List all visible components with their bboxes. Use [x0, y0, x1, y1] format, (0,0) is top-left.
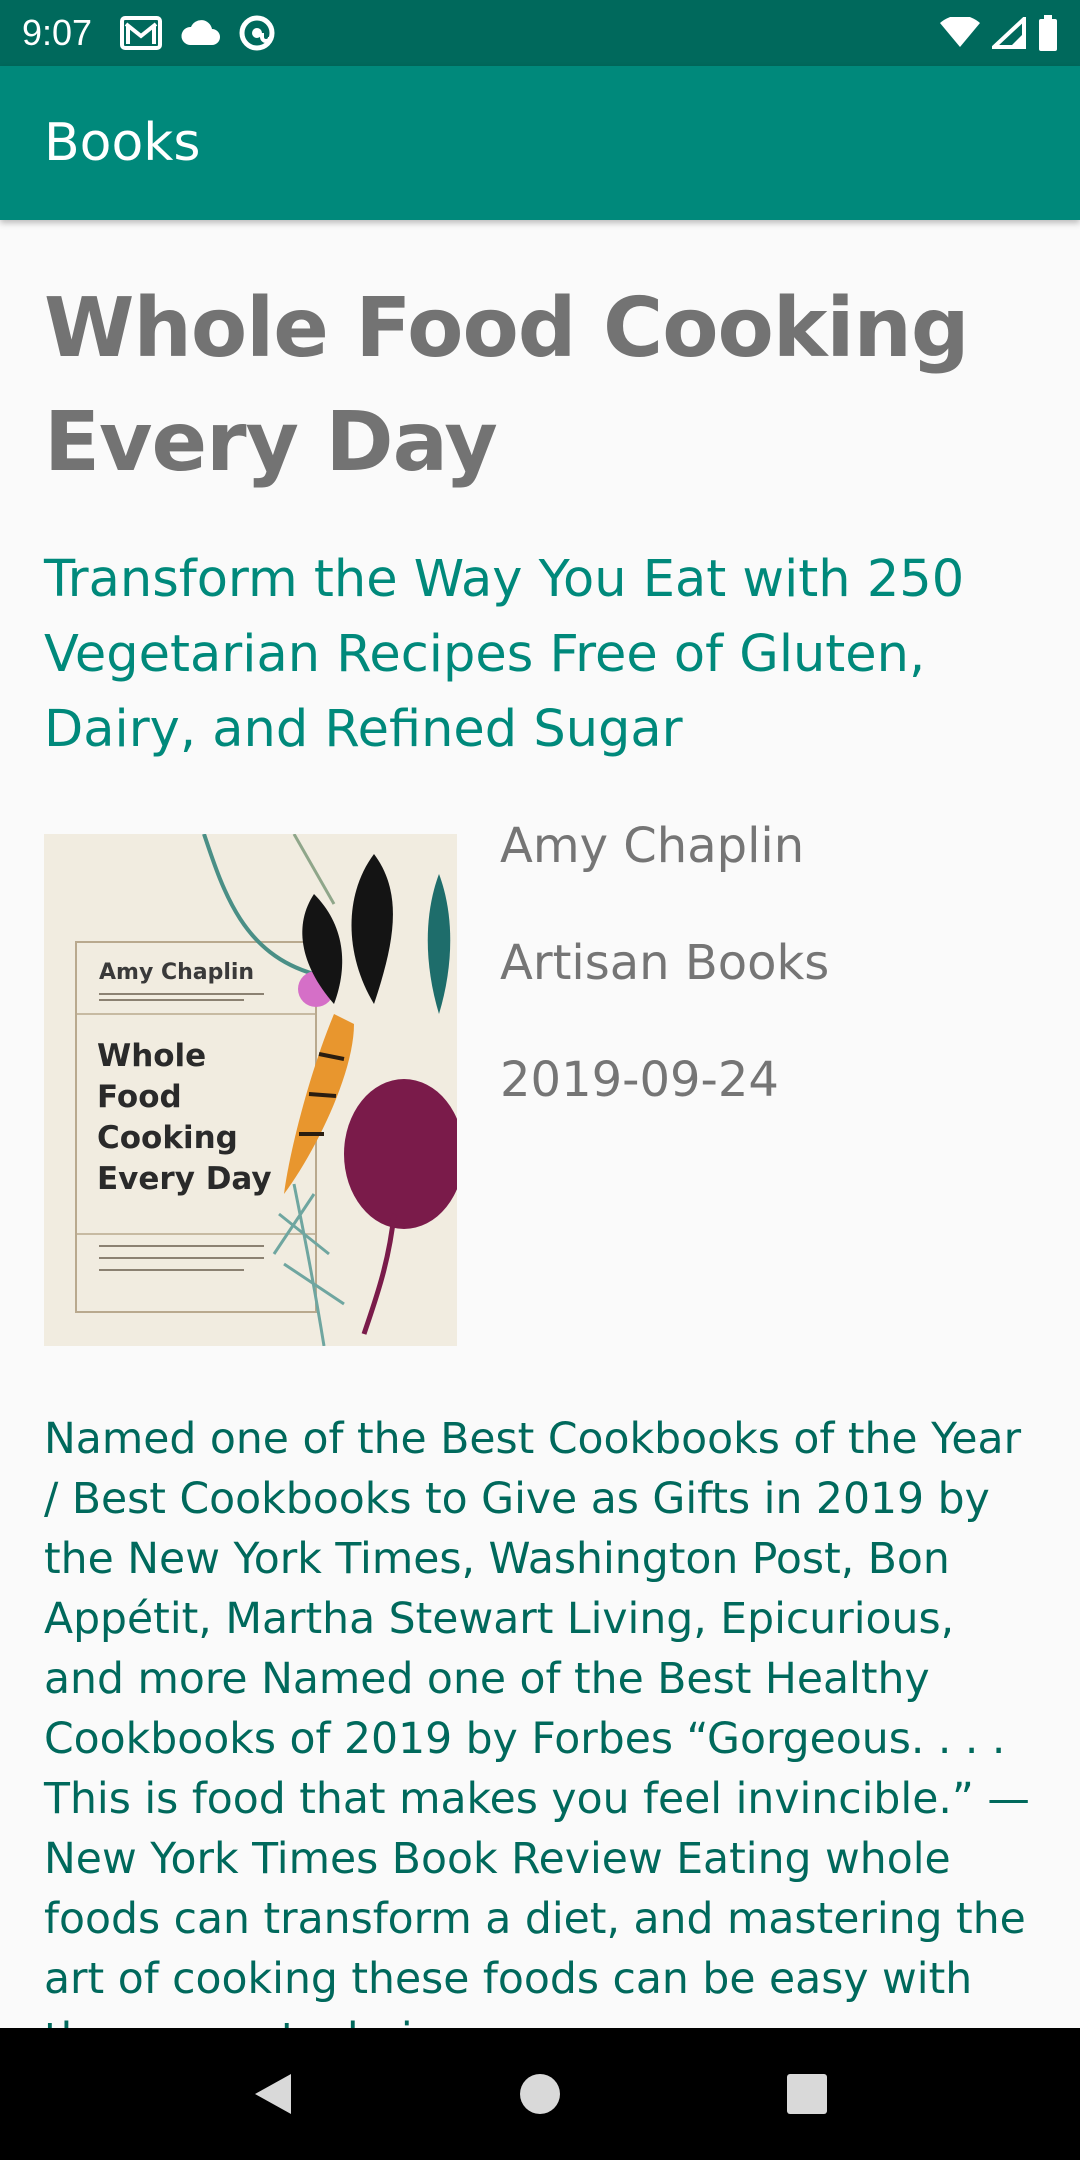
book-detail-content[interactable]: Whole Food Cooking Every Day Transform t… [0, 220, 1080, 2028]
home-button[interactable] [490, 2044, 590, 2144]
book-published-date: 2019-09-24 [500, 1052, 779, 1108]
cloud-icon [180, 19, 221, 47]
app-title: Books [44, 113, 201, 173]
back-button[interactable] [223, 2044, 323, 2144]
home-icon [519, 2074, 560, 2114]
system-nav-bar [0, 2028, 1080, 2160]
wifi-icon [940, 17, 980, 49]
book-publisher: Artisan Books [500, 935, 830, 991]
app-bar: Books [0, 66, 1080, 220]
system-icons [940, 15, 1058, 51]
cover-title-line-4: Every Day [97, 1161, 272, 1197]
book-author: Amy Chaplin [500, 818, 805, 874]
cover-author-text: Amy Chaplin [99, 960, 254, 985]
back-icon [255, 2074, 292, 2114]
book-title: Whole Food Cooking Every Day [44, 281, 970, 490]
recents-button[interactable] [757, 2044, 857, 2144]
notification-icons [120, 14, 276, 52]
status-bar: 9:07 [0, 0, 1080, 66]
book-cover-image: Amy Chaplin Whole Food Cooking Every Day [44, 834, 457, 1346]
status-time: 9:07 [22, 12, 93, 53]
cover-title-line-2: Food [97, 1079, 182, 1115]
book-description: Named one of the Best Cookbooks of the Y… [44, 1415, 1030, 2028]
recents-icon [786, 2074, 827, 2114]
cover-title-line-3: Cooking [97, 1120, 238, 1156]
book-subtitle: Transform the Way You Eat with 250 Veget… [44, 550, 965, 759]
cover-title-line-1: Whole [97, 1038, 206, 1074]
at-sign-icon [238, 14, 276, 52]
battery-icon [1038, 15, 1058, 51]
gmail-icon [120, 16, 163, 50]
signal-icon [992, 17, 1026, 49]
